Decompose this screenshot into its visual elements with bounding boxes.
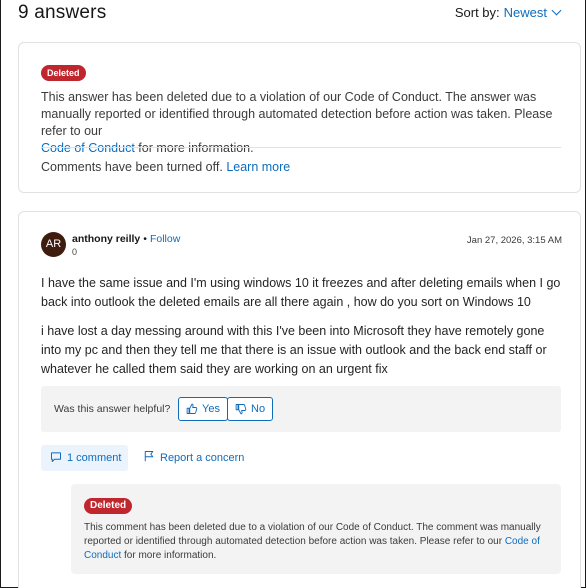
- divider: [41, 147, 561, 148]
- deleted-comment-text: This comment has been deleted due to a v…: [84, 522, 541, 547]
- helpful-label: Was this answer helpful?: [54, 403, 171, 415]
- answers-count-title: 9 answers: [18, 2, 107, 23]
- answer-paragraph: i have lost a day messing around with th…: [41, 324, 547, 376]
- chevron-down-icon: [551, 5, 562, 16]
- sort-value: Newest: [503, 5, 547, 20]
- thumbs-down-icon: [235, 403, 247, 415]
- flag-icon: [143, 450, 155, 465]
- separator-dot: •: [143, 233, 147, 245]
- helpful-bar: Was this answer helpful? Yes No: [41, 386, 561, 432]
- comments-off-notice: Comments have been turned off. Learn mor…: [41, 160, 290, 174]
- deleted-badge: Deleted: [41, 65, 86, 81]
- learn-more-link[interactable]: Learn more: [226, 160, 290, 174]
- sort-dropdown[interactable]: Sort by: Newest: [454, 5, 562, 20]
- author-line: anthony reilly • Follow: [72, 233, 180, 245]
- answer-paragraph: I have the same issue and I'm using wind…: [41, 276, 561, 309]
- reputation-points: 0: [72, 247, 78, 257]
- deleted-comment-notice: This comment has been deleted due to a v…: [84, 521, 554, 563]
- comment-icon: [50, 451, 62, 466]
- comments-off-text: Comments have been turned off.: [41, 160, 223, 174]
- deleted-comment-card: Deleted This comment has been deleted du…: [71, 484, 561, 574]
- comment-count-label: 1 comment: [67, 452, 122, 464]
- no-label: No: [251, 403, 266, 415]
- deleted-comment-text-after: for more information.: [121, 550, 217, 561]
- follow-button[interactable]: Follow: [150, 233, 180, 245]
- deleted-answer-text: This answer has been deleted due to a vi…: [41, 90, 553, 138]
- thumbs-up-icon: [186, 403, 198, 415]
- answer-date: Jan 27, 2026, 3:15 AM: [466, 235, 562, 246]
- code-of-conduct-link[interactable]: Code of Conduct: [41, 141, 135, 155]
- yes-label: Yes: [202, 403, 220, 415]
- no-button[interactable]: No: [227, 397, 274, 421]
- sort-label: Sort by:: [454, 5, 500, 20]
- report-concern-link[interactable]: Report a concern: [143, 450, 244, 465]
- report-label: Report a concern: [160, 451, 245, 464]
- deleted-answer-text-after: for more information.: [134, 141, 254, 155]
- answers-header: 9 answers Sort by: Newest: [18, 2, 566, 26]
- author-name[interactable]: anthony reilly: [72, 233, 140, 245]
- deleted-answer-card: Deleted This answer has been deleted due…: [18, 42, 581, 193]
- deleted-badge: Deleted: [84, 498, 133, 514]
- answer-card: AR anthony reilly • Follow 0 Jan 27, 2026,…: [18, 211, 581, 588]
- yes-button[interactable]: Yes: [178, 397, 228, 421]
- comments-toggle-button[interactable]: 1 comment: [41, 445, 128, 471]
- avatar[interactable]: AR: [41, 232, 66, 257]
